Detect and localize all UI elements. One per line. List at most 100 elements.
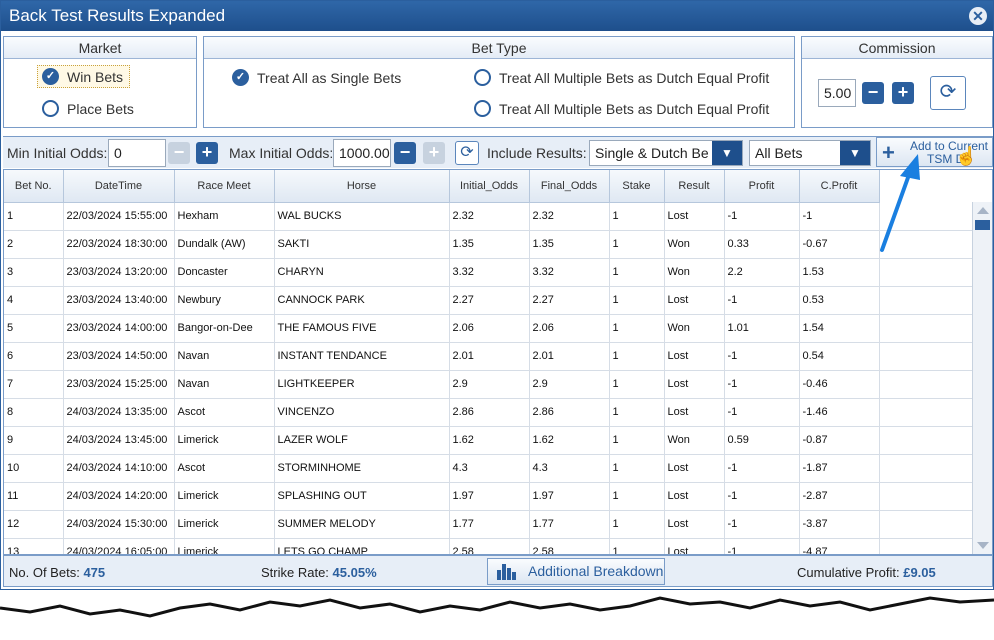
table-cell: 1.53 <box>799 258 880 287</box>
table-cell: 1.77 <box>449 510 530 539</box>
table-row[interactable]: 4 23/03/2024 13:40:00 Newbury CANNOCK PARK 2… <box>4 286 972 315</box>
refresh-odds-button[interactable]: ⟳ <box>455 141 479 165</box>
table-cell: -1 <box>724 454 800 483</box>
place-bets-option[interactable]: Place Bets <box>42 100 134 117</box>
column-header[interactable]: Profit <box>724 170 800 203</box>
table-cell: 6 <box>4 342 64 371</box>
table-cell-empty <box>879 454 972 483</box>
table-row[interactable]: 12 24/03/2024 15:30:00 Limerick SUMMER MELO… <box>4 510 972 539</box>
dutch-option-1[interactable]: Treat All Multiple Bets as Dutch Equal P… <box>474 69 769 86</box>
column-header[interactable]: Race Meet <box>174 170 275 203</box>
table-cell: -0.67 <box>799 230 880 259</box>
column-header[interactable]: Horse <box>274 170 450 203</box>
table-cell: Lost <box>664 370 725 399</box>
scroll-down-icon[interactable] <box>977 542 989 549</box>
title-bar: Back Test Results Expanded ✕ <box>1 1 993 31</box>
column-header[interactable]: DateTime <box>63 170 175 203</box>
table-row[interactable]: 10 24/03/2024 14:10:00 Ascot STORMINHOME 4.3… <box>4 454 972 483</box>
table-cell: 1 <box>609 426 665 455</box>
vertical-scrollbar[interactable] <box>972 202 992 554</box>
commission-input[interactable]: 5.00 <box>818 79 856 107</box>
table-cell: 24/03/2024 14:20:00 <box>63 482 175 511</box>
table-cell: Lost <box>664 342 725 371</box>
column-header[interactable]: Final_Odds <box>529 170 610 203</box>
table-row[interactable]: 7 23/03/2024 15:25:00 Navan LIGHTKEEPER 2.9 2… <box>4 370 972 399</box>
column-header[interactable]: Bet No. <box>4 170 64 203</box>
decrement-max-odds-button[interactable]: − <box>394 142 416 164</box>
table-cell: -1 <box>724 482 800 511</box>
table-header-row: Bet No. DateTime Race Meet Horse Initial… <box>4 170 972 203</box>
table-row[interactable]: 6 23/03/2024 14:50:00 Navan INSTANT TENDANC… <box>4 342 972 371</box>
table-cell: 1.97 <box>449 482 530 511</box>
table-cell: 1 <box>4 202 64 231</box>
commission-panel: Commission 5.00 − + ⟳ <box>801 36 993 128</box>
include-results-select[interactable]: Single & Dutch Be ▼ <box>589 140 743 166</box>
table-cell: INSTANT TENDANCE <box>274 342 450 371</box>
table-cell-empty <box>879 258 972 287</box>
min-odds-input[interactable]: 0 <box>108 139 166 167</box>
column-header[interactable]: Initial_Odds <box>449 170 530 203</box>
table-row[interactable]: 3 23/03/2024 13:20:00 Doncaster CHARYN 3.32 3… <box>4 258 972 287</box>
table-cell: -1 <box>799 202 880 231</box>
scroll-thumb[interactable] <box>975 220 990 230</box>
table-row[interactable]: 11 24/03/2024 14:20:00 Limerick SPLASHING O… <box>4 482 972 511</box>
single-bets-label: Treat All as Single Bets <box>257 69 402 86</box>
decrement-min-odds-button[interactable]: − <box>168 142 190 164</box>
include-results-label: Include Results: <box>487 145 587 161</box>
table-cell: LAZER WOLF <box>274 426 450 455</box>
table-cell: 8 <box>4 398 64 427</box>
bets-filter-select[interactable]: All Bets ▼ <box>749 140 871 166</box>
cumulative-profit-label: Cumulative Profit: <box>797 565 900 580</box>
decrement-commission-button[interactable]: − <box>862 82 884 104</box>
annotation-arrow-icon <box>880 154 920 252</box>
refresh-commission-button[interactable]: ⟳ <box>930 76 966 110</box>
table-cell: 1 <box>609 342 665 371</box>
table-row[interactable]: 8 24/03/2024 13:35:00 Ascot VINCENZO 2.86 2.8… <box>4 398 972 427</box>
table-cell: Lost <box>664 482 725 511</box>
table-cell-empty <box>879 426 972 455</box>
additional-breakdown-button[interactable]: Additional Breakdown <box>487 558 665 585</box>
table-cell: Lost <box>664 538 725 554</box>
column-header[interactable]: Stake <box>609 170 665 203</box>
table-cell: 3.32 <box>449 258 530 287</box>
place-bets-label: Place Bets <box>67 100 134 117</box>
table-cell: CHARYN <box>274 258 450 287</box>
table-cell: 2.9 <box>529 370 610 399</box>
table-cell: Lost <box>664 454 725 483</box>
table-cell: 1 <box>609 286 665 315</box>
table-row[interactable]: 9 24/03/2024 13:45:00 Limerick LAZER WOLF 1.… <box>4 426 972 455</box>
column-header[interactable]: Result <box>664 170 725 203</box>
max-odds-input[interactable]: 1000.00 <box>333 139 391 167</box>
table-cell: 2.01 <box>449 342 530 371</box>
table-cell: Won <box>664 230 725 259</box>
table-row[interactable]: 1 22/03/2024 15:55:00 Hexham WAL BUCKS 2.32 2… <box>4 202 972 231</box>
single-bets-option[interactable]: ✓ Treat All as Single Bets <box>232 69 401 86</box>
table-row[interactable]: 2 22/03/2024 18:30:00 Dundalk (AW) SAKTI 1.3… <box>4 230 972 259</box>
increment-commission-button[interactable]: + <box>892 82 914 104</box>
table-cell: 1.54 <box>799 314 880 343</box>
table-cell: Won <box>664 314 725 343</box>
increment-min-odds-button[interactable]: + <box>196 142 218 164</box>
dutch-option-2[interactable]: Treat All Multiple Bets as Dutch Equal P… <box>474 100 769 117</box>
table-cell: 23/03/2024 14:50:00 <box>63 342 175 371</box>
table-cell: 1.97 <box>529 482 610 511</box>
torn-edge-decoration <box>0 590 994 618</box>
table-cell: Newbury <box>174 286 275 315</box>
table-cell: -0.87 <box>799 426 880 455</box>
table-cell: 1 <box>609 258 665 287</box>
column-header[interactable]: C.Profit <box>799 170 880 203</box>
table-row[interactable]: 13 24/03/2024 16:05:00 Limerick LETS GO CHA… <box>4 538 972 554</box>
table-cell: 2.2 <box>724 258 800 287</box>
close-icon[interactable]: ✕ <box>969 7 987 25</box>
table-cell: Lost <box>664 398 725 427</box>
table-row[interactable]: 5 23/03/2024 14:00:00 Bangor-on-Dee THE FAM… <box>4 314 972 343</box>
table-cell: Lost <box>664 286 725 315</box>
table-cell: -1 <box>724 342 800 371</box>
win-bets-option[interactable]: ✓ Win Bets <box>37 65 131 88</box>
table-cell: Limerick <box>174 538 275 554</box>
increment-max-odds-button[interactable]: + <box>423 142 445 164</box>
table-cell-empty <box>879 286 972 315</box>
table-cell: 12 <box>4 510 64 539</box>
table-cell: 2 <box>4 230 64 259</box>
scroll-up-icon[interactable] <box>977 207 989 214</box>
